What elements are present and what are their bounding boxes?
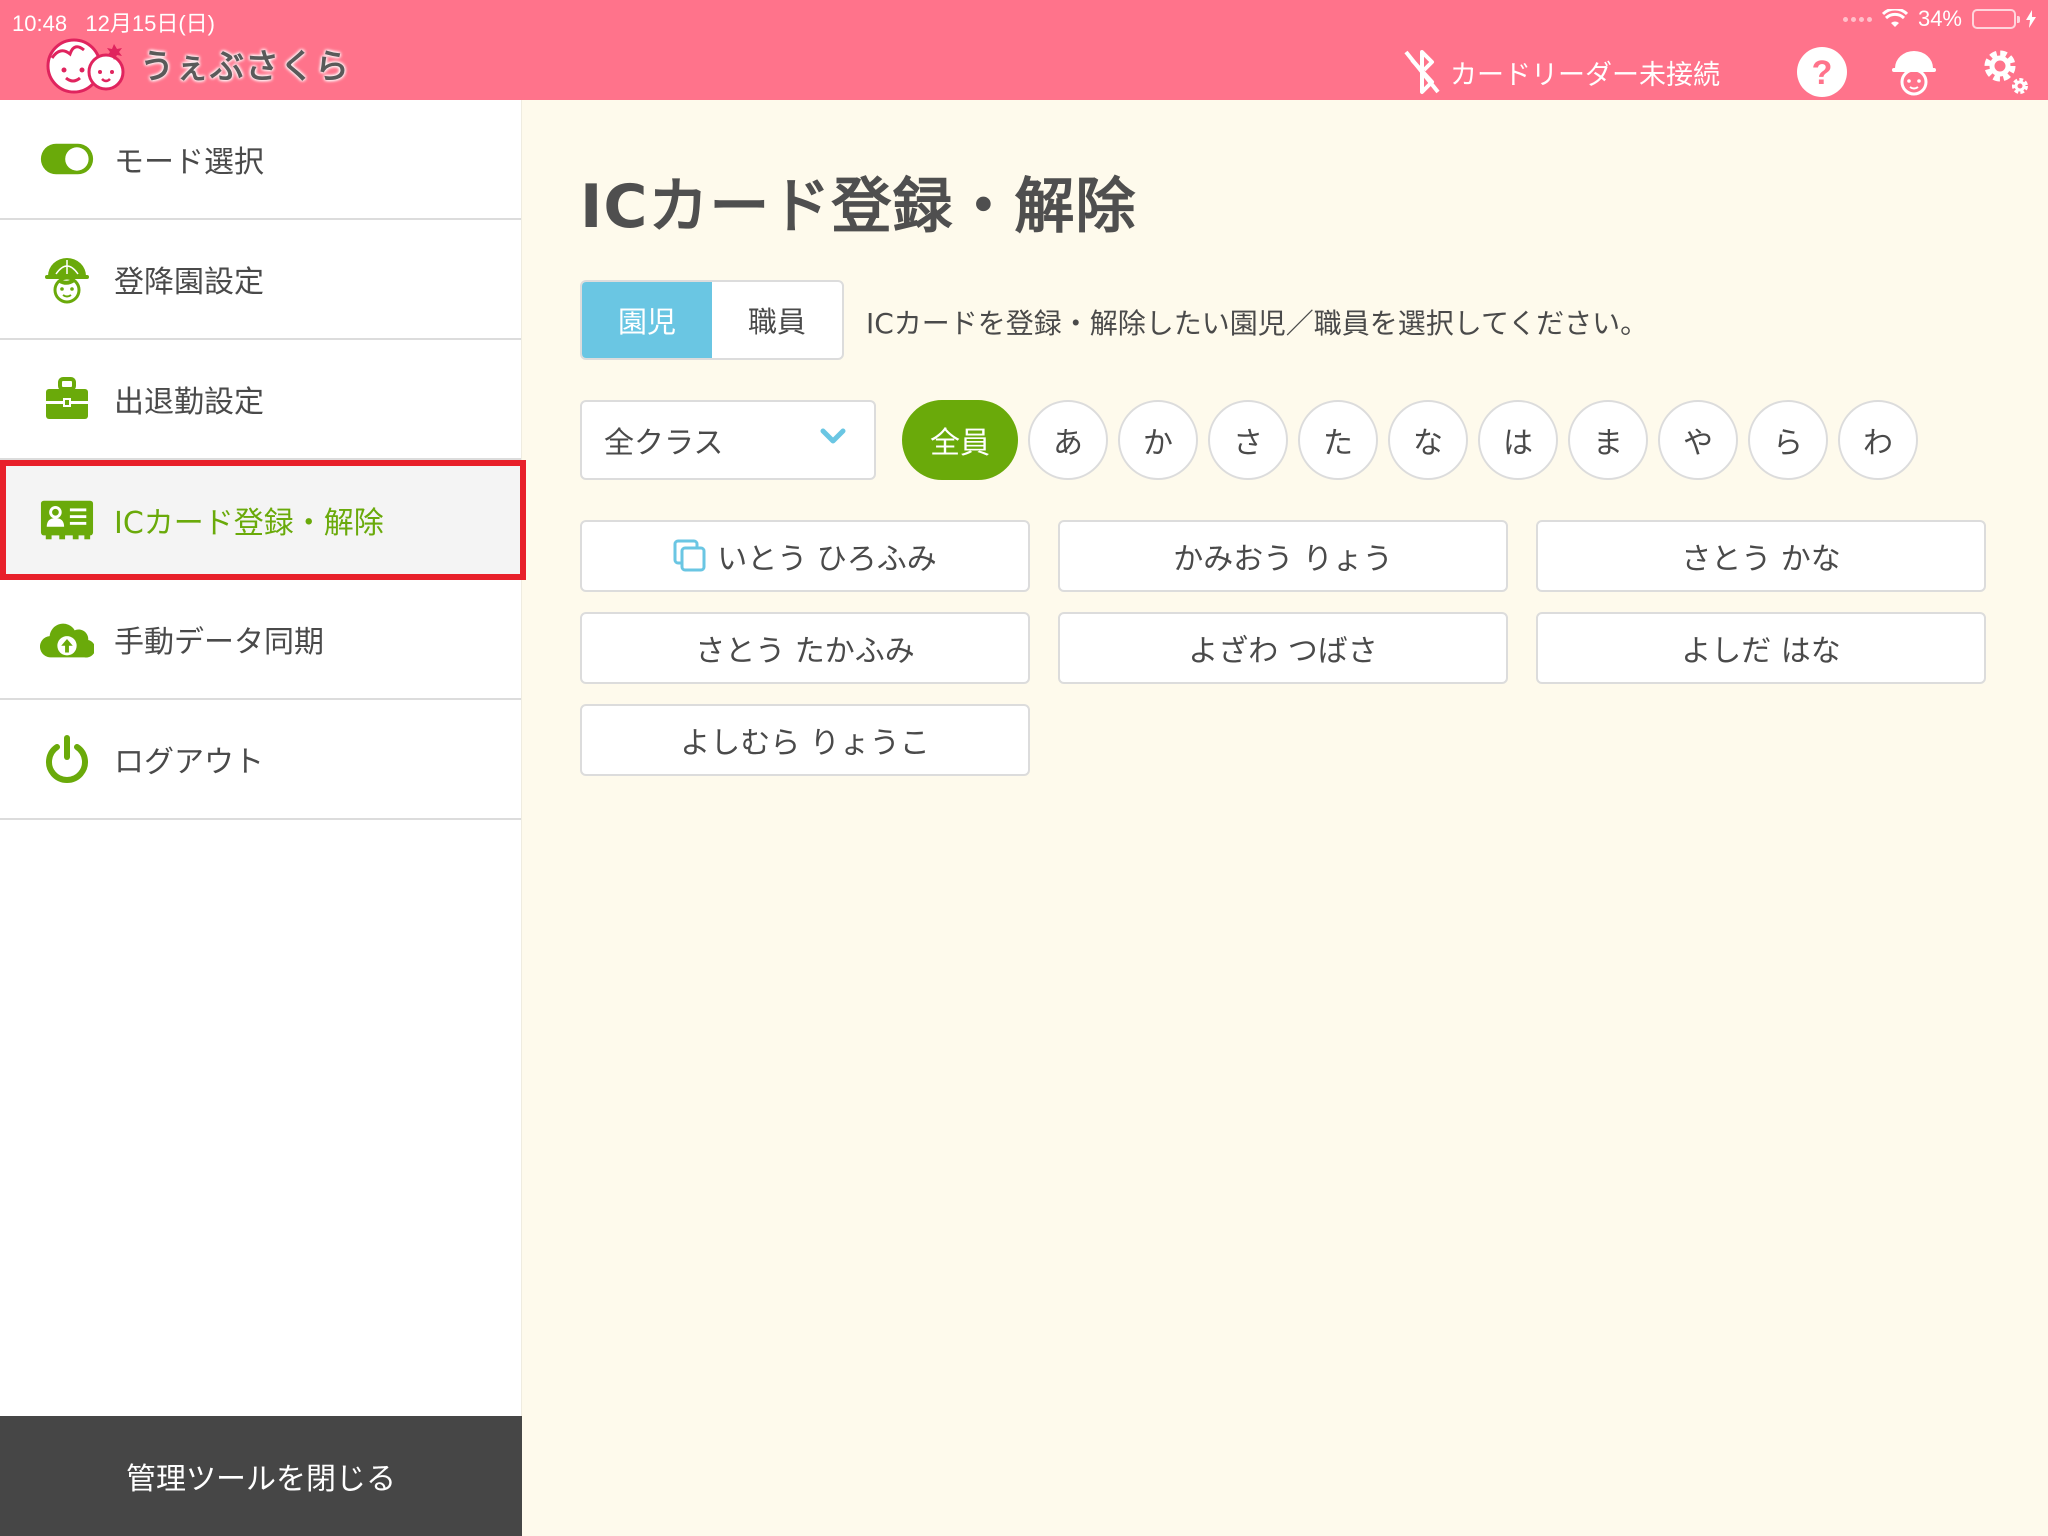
sidebar-item-ic-card[interactable]: ICカード登録・解除 <box>0 460 526 580</box>
charging-icon <box>2026 10 2036 28</box>
toggle-icon <box>40 135 94 183</box>
kana-filter-ka[interactable]: か <box>1118 400 1198 480</box>
person-button[interactable]: よざわ つばさ <box>1058 612 1508 684</box>
person-list: いとう ひろふみ かみおう りょう さとう かな さとう たかふみ よざわ つば… <box>580 520 1986 776</box>
person-name: よしだ はな <box>1681 634 1841 669</box>
battery-percent: 34% <box>1917 6 1962 31</box>
class-select-value: 全クラス <box>604 426 724 461</box>
kana-filter-all[interactable]: 全員 <box>902 400 1018 480</box>
page-title: ICカード登録・解除 <box>580 172 1137 242</box>
app-header: 10:48 12月15日(日) 34% うぇぶさくら カードリーダー未接続 ? <box>0 0 2048 100</box>
sidebar-item-work-attendance-settings[interactable]: 出退勤設定 <box>0 340 521 460</box>
app-logo: うぇぶさくら <box>40 32 350 94</box>
person-name: さとう たかふみ <box>695 634 915 669</box>
card-registered-icon <box>673 539 706 572</box>
sidebar-item-label: 手動データ同期 <box>114 625 324 660</box>
header-actions: カードリーダー未接続 ? <box>1402 44 2034 100</box>
sidebar-item-mode-select[interactable]: モード選択 <box>0 100 521 220</box>
logo-faces-icon <box>46 38 125 94</box>
help-button[interactable]: ? <box>1794 44 1850 100</box>
sidebar: モード選択 登降園設定 出退勤設定 ICカード登録・解除 手動データ同期 ログア… <box>0 100 526 1536</box>
kana-filter-ya[interactable]: や <box>1658 400 1738 480</box>
segment-children[interactable]: 園児 <box>582 282 712 358</box>
sidebar-item-manual-sync[interactable]: 手動データ同期 <box>0 580 521 700</box>
settings-button[interactable] <box>1978 44 2034 100</box>
id-card-icon <box>40 496 94 544</box>
instruction-text: ICカードを登録・解除したい園児／職員を選択してください。 <box>866 307 1649 340</box>
person-button[interactable]: よしだ はな <box>1536 612 1986 684</box>
person-name: さとう かな <box>1681 542 1841 577</box>
sidebar-item-logout[interactable]: ログアウト <box>0 700 521 820</box>
kana-filter-sa[interactable]: さ <box>1208 400 1288 480</box>
settings-icon <box>1984 50 2028 94</box>
status-bar-indicators: 34% <box>1842 6 2036 32</box>
sidebar-item-attendance-settings[interactable]: 登降園設定 <box>0 220 521 340</box>
battery-icon <box>1972 9 2020 29</box>
sidebar-item-label: ICカード登録・解除 <box>114 506 384 541</box>
sidebar-item-label: ログアウト <box>114 745 264 780</box>
briefcase-icon <box>40 375 94 423</box>
person-button[interactable]: さとう たかふみ <box>580 612 1030 684</box>
kana-filter-row: 全員 あ か さ た な は ま や ら わ <box>902 400 1918 480</box>
person-button[interactable]: さとう かな <box>1536 520 1986 592</box>
child-mode-button[interactable] <box>1886 44 1942 100</box>
signal-icon <box>1842 16 1872 22</box>
sidebar-item-label: 出退勤設定 <box>114 385 264 420</box>
child-helmet-icon <box>40 255 94 304</box>
person-button[interactable]: よしむら りょうこ <box>580 704 1030 776</box>
person-name: かみおう りょう <box>1173 542 1393 577</box>
card-reader-status[interactable]: カードリーダー未接続 <box>1402 48 1720 96</box>
sidebar-item-label: モード選択 <box>114 145 264 180</box>
svg-text:?: ? <box>1812 54 1833 92</box>
kana-filter-na[interactable]: な <box>1388 400 1468 480</box>
help-icon: ? <box>1797 47 1847 97</box>
kana-filter-ha[interactable]: は <box>1478 400 1558 480</box>
wifi-icon <box>1881 9 1908 27</box>
card-reader-status-label: カードリーダー未接続 <box>1450 59 1720 91</box>
segment-staff[interactable]: 職員 <box>712 282 842 358</box>
bluetooth-disabled-icon <box>1404 50 1440 94</box>
kana-filter-ra[interactable]: ら <box>1748 400 1828 480</box>
person-name: よざわ つばさ <box>1188 634 1378 669</box>
kana-filter-wa[interactable]: わ <box>1838 400 1918 480</box>
power-icon <box>40 735 94 783</box>
chevron-down-icon <box>820 428 846 444</box>
kana-filter-ta[interactable]: た <box>1298 400 1378 480</box>
sidebar-item-label: 登降園設定 <box>114 265 264 300</box>
cloud-upload-icon <box>40 615 94 663</box>
member-type-segmented-control: 園児 職員 <box>580 280 844 360</box>
child-helmet-icon <box>1892 51 1936 96</box>
person-button[interactable]: かみおう りょう <box>1058 520 1508 592</box>
class-select-dropdown[interactable]: 全クラス <box>580 400 876 480</box>
person-name: いとう ひろふみ <box>717 542 937 577</box>
close-admin-tool-button[interactable]: 管理ツールを閉じる <box>0 1416 522 1536</box>
kana-filter-a[interactable]: あ <box>1028 400 1108 480</box>
app-name: うぇぶさくら <box>140 46 350 87</box>
main-content: ICカード登録・解除 園児 職員 ICカードを登録・解除したい園児／職員を選択し… <box>580 100 2048 1536</box>
kana-filter-ma[interactable]: ま <box>1568 400 1648 480</box>
person-button[interactable]: いとう ひろふみ <box>580 520 1030 592</box>
person-name: よしむら りょうこ <box>680 726 930 761</box>
